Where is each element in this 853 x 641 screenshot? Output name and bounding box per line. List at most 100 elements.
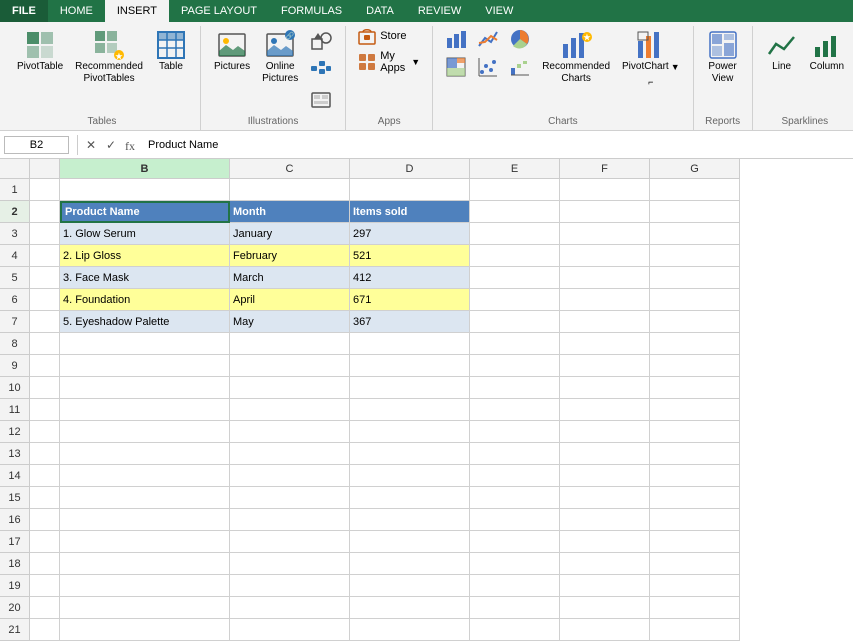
cell-a10[interactable] xyxy=(30,377,60,399)
row-header-11[interactable]: 11 xyxy=(0,399,30,421)
cell-c11[interactable] xyxy=(230,399,350,421)
cell-d13[interactable] xyxy=(350,443,470,465)
cell-b6[interactable]: 4. Foundation xyxy=(60,289,230,311)
line-chart-button[interactable] xyxy=(473,26,503,52)
formula-input[interactable] xyxy=(144,138,849,152)
cell-f3[interactable] xyxy=(560,223,650,245)
row-header-9[interactable]: 9 xyxy=(0,355,30,377)
cell-d3[interactable]: 297 xyxy=(350,223,470,245)
cell-f11[interactable] xyxy=(560,399,650,421)
cell-b21[interactable] xyxy=(60,619,230,641)
cell-a16[interactable] xyxy=(30,509,60,531)
cell-f16[interactable] xyxy=(560,509,650,531)
cell-d15[interactable] xyxy=(350,487,470,509)
cell-c20[interactable] xyxy=(230,597,350,619)
cell-f10[interactable] xyxy=(560,377,650,399)
cell-e15[interactable] xyxy=(470,487,560,509)
cell-c2[interactable]: Month xyxy=(230,201,350,223)
tab-insert[interactable]: INSERT xyxy=(105,0,169,22)
cell-b17[interactable] xyxy=(60,531,230,553)
row-header-4[interactable]: 4 xyxy=(0,245,30,267)
row-header-6[interactable]: 6 xyxy=(0,289,30,311)
row-header-14[interactable]: 14 xyxy=(0,465,30,487)
col-header-e[interactable]: E xyxy=(470,159,560,179)
cell-e19[interactable] xyxy=(470,575,560,597)
cell-g1[interactable] xyxy=(650,179,740,201)
cell-g20[interactable] xyxy=(650,597,740,619)
cell-g18[interactable] xyxy=(650,553,740,575)
cell-c9[interactable] xyxy=(230,355,350,377)
cell-f8[interactable] xyxy=(560,333,650,355)
my-apps-button[interactable]: My Apps ▼ xyxy=(354,49,424,75)
tab-file[interactable]: FILE xyxy=(0,0,48,22)
cell-a18[interactable] xyxy=(30,553,60,575)
tab-data[interactable]: DATA xyxy=(354,0,406,22)
row-header-8[interactable]: 8 xyxy=(0,333,30,355)
cell-e7[interactable] xyxy=(470,311,560,333)
cell-c16[interactable] xyxy=(230,509,350,531)
row-header-19[interactable]: 19 xyxy=(0,575,30,597)
pivot-chart-button[interactable]: PivotChart ▼ xyxy=(617,26,685,76)
cell-f15[interactable] xyxy=(560,487,650,509)
cell-e3[interactable] xyxy=(470,223,560,245)
cell-e6[interactable] xyxy=(470,289,560,311)
row-header-17[interactable]: 17 xyxy=(0,531,30,553)
cell-b11[interactable] xyxy=(60,399,230,421)
cell-b12[interactable] xyxy=(60,421,230,443)
col-header-c[interactable]: C xyxy=(230,159,350,179)
cell-d10[interactable] xyxy=(350,377,470,399)
cell-f1[interactable] xyxy=(560,179,650,201)
recommended-pivot-button[interactable]: ★ RecommendedPivotTables xyxy=(70,26,148,88)
cell-e18[interactable] xyxy=(470,553,560,575)
cell-d19[interactable] xyxy=(350,575,470,597)
cell-a1[interactable] xyxy=(30,179,60,201)
cell-f14[interactable] xyxy=(560,465,650,487)
row-header-18[interactable]: 18 xyxy=(0,553,30,575)
cell-e21[interactable] xyxy=(470,619,560,641)
hierarchy-chart-button[interactable] xyxy=(441,54,471,80)
cell-f12[interactable] xyxy=(560,421,650,443)
cell-c15[interactable] xyxy=(230,487,350,509)
cell-c8[interactable] xyxy=(230,333,350,355)
cell-e16[interactable] xyxy=(470,509,560,531)
cell-b4[interactable]: 2. Lip Gloss xyxy=(60,245,230,267)
row-header-7[interactable]: 7 xyxy=(0,311,30,333)
cell-d18[interactable] xyxy=(350,553,470,575)
cell-e10[interactable] xyxy=(470,377,560,399)
cell-c5[interactable]: March xyxy=(230,267,350,289)
row-header-3[interactable]: 3 xyxy=(0,223,30,245)
cell-f5[interactable] xyxy=(560,267,650,289)
cell-d6[interactable]: 671 xyxy=(350,289,470,311)
cell-f18[interactable] xyxy=(560,553,650,575)
cell-d11[interactable] xyxy=(350,399,470,421)
cell-g3[interactable] xyxy=(650,223,740,245)
row-header-20[interactable]: 20 xyxy=(0,597,30,619)
cell-c10[interactable] xyxy=(230,377,350,399)
cell-a2[interactable] xyxy=(30,201,60,223)
cell-d20[interactable] xyxy=(350,597,470,619)
cell-e17[interactable] xyxy=(470,531,560,553)
cell-c19[interactable] xyxy=(230,575,350,597)
row-header-13[interactable]: 13 xyxy=(0,443,30,465)
cell-e13[interactable] xyxy=(470,443,560,465)
row-header-12[interactable]: 12 xyxy=(0,421,30,443)
screenshot-button[interactable] xyxy=(305,86,337,114)
cell-b14[interactable] xyxy=(60,465,230,487)
cell-f7[interactable] xyxy=(560,311,650,333)
online-pictures-button[interactable]: 🔗 OnlinePictures xyxy=(257,26,303,88)
cell-c3[interactable]: January xyxy=(230,223,350,245)
line-sparkline-button[interactable]: Line xyxy=(761,26,803,76)
cell-b9[interactable] xyxy=(60,355,230,377)
cell-a20[interactable] xyxy=(30,597,60,619)
cell-b18[interactable] xyxy=(60,553,230,575)
cell-g21[interactable] xyxy=(650,619,740,641)
cell-d4[interactable]: 521 xyxy=(350,245,470,267)
cell-e8[interactable] xyxy=(470,333,560,355)
cell-e12[interactable] xyxy=(470,421,560,443)
tab-review[interactable]: REVIEW xyxy=(406,0,473,22)
tab-formulas[interactable]: FORMULAS xyxy=(269,0,354,22)
col-header-f[interactable]: F xyxy=(560,159,650,179)
row-header-21[interactable]: 21 xyxy=(0,619,30,641)
cell-g12[interactable] xyxy=(650,421,740,443)
cell-g15[interactable] xyxy=(650,487,740,509)
